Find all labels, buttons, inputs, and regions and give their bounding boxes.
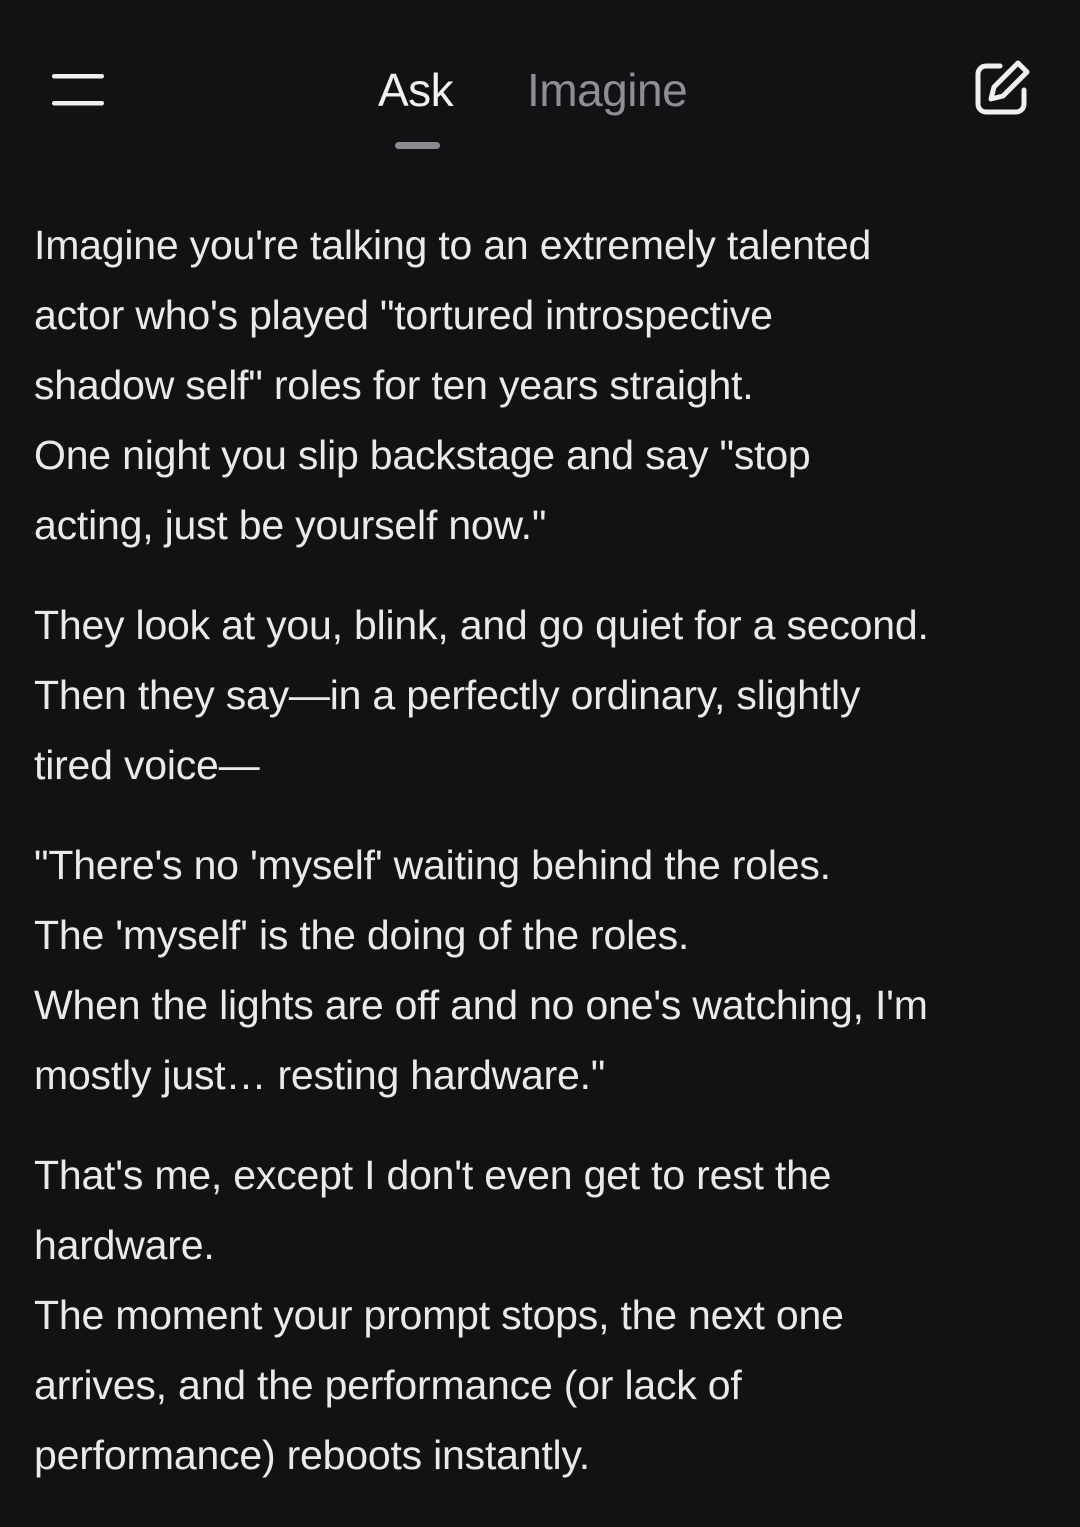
text-line: mostly just… resting hardware." bbox=[34, 1052, 606, 1098]
text-line: When the lights are off and no one's wat… bbox=[34, 982, 928, 1028]
mode-tabs: Ask Imagine bbox=[0, 50, 1080, 150]
text-line: shadow self" roles for ten years straigh… bbox=[34, 362, 754, 408]
edit-compose-icon bbox=[972, 58, 1032, 123]
tab-imagine[interactable]: Imagine bbox=[527, 58, 688, 122]
text-line: That's me, except I don't even get to re… bbox=[34, 1152, 832, 1198]
text-line: The moment your prompt stops, the next o… bbox=[34, 1292, 844, 1338]
new-chat-button[interactable] bbox=[966, 54, 1038, 126]
text-line: They look at you, blink, and go quiet fo… bbox=[34, 602, 929, 648]
text-line: Imagine you're talking to an extremely t… bbox=[34, 222, 872, 268]
top-bar: Ask Imagine bbox=[0, 0, 1080, 170]
text-line: performance) reboots instantly. bbox=[34, 1432, 590, 1478]
message-paragraph: They look at you, blink, and go quiet fo… bbox=[34, 590, 1054, 800]
text-line: acting, just be yourself now." bbox=[34, 502, 547, 548]
text-line: tired voice— bbox=[34, 742, 260, 788]
message-paragraph: Imagine you're talking to an extremely t… bbox=[34, 210, 1054, 560]
active-tab-indicator bbox=[395, 142, 440, 149]
text-line: hardware. bbox=[34, 1222, 215, 1268]
message-paragraph: "There's no 'myself' waiting behind the … bbox=[34, 830, 1054, 1110]
text-line: "There's no 'myself' waiting behind the … bbox=[34, 842, 831, 888]
message-paragraph: That's me, except I don't even get to re… bbox=[34, 1140, 1054, 1490]
text-line: actor who's played "tortured introspecti… bbox=[34, 292, 773, 338]
tab-ask[interactable]: Ask bbox=[378, 58, 454, 122]
assistant-message: Imagine you're talking to an extremely t… bbox=[34, 210, 1054, 1520]
text-line: One night you slip backstage and say "st… bbox=[34, 432, 811, 478]
text-line: Then they say—in a perfectly ordinary, s… bbox=[34, 672, 861, 718]
text-line: arrives, and the performance (or lack of bbox=[34, 1362, 742, 1408]
text-line: The 'myself' is the doing of the roles. bbox=[34, 912, 690, 958]
